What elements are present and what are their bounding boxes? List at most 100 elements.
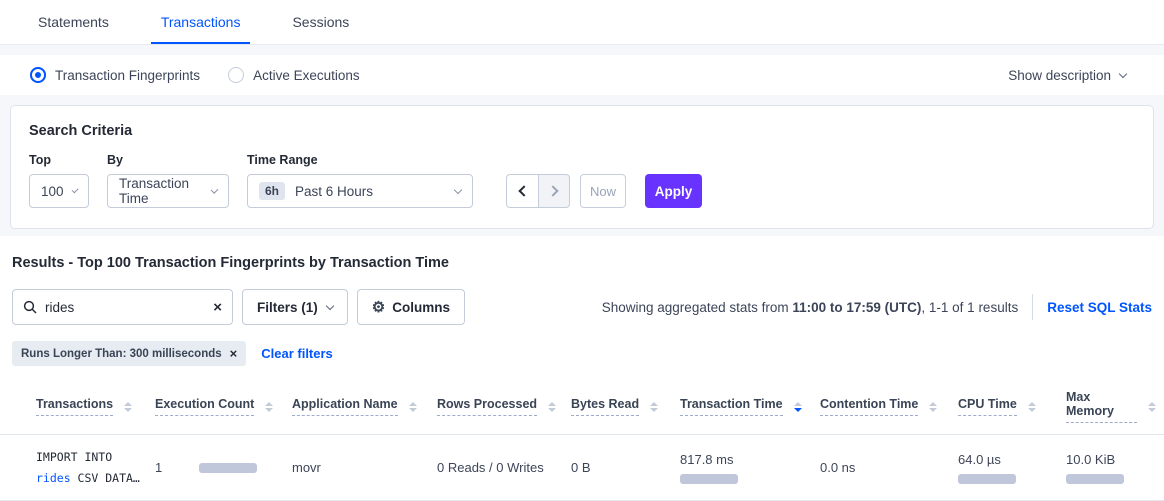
tab-sessions[interactable]: Sessions	[282, 1, 359, 44]
apply-button[interactable]: Apply	[645, 174, 702, 208]
sort-icon[interactable]	[409, 402, 417, 412]
filters-button-label: Filters (1)	[257, 300, 318, 315]
column-header-max-memory[interactable]: Max Memory	[1066, 390, 1156, 423]
sort-icon[interactable]	[1148, 402, 1156, 412]
search-criteria-title: Search Criteria	[29, 123, 1135, 139]
transaction-statement-line2: CSV DATA…	[71, 471, 140, 485]
sort-icon[interactable]	[794, 402, 802, 412]
table-header-row: Transactions Execution Count Application…	[0, 379, 1164, 435]
sort-icon[interactable]	[929, 402, 937, 412]
cell-bytes-read: 0 B	[571, 435, 680, 501]
cpu-time-value: 64.0 µs	[958, 452, 1058, 467]
time-pager	[506, 174, 570, 208]
search-box: ×	[12, 289, 233, 325]
time-range-select[interactable]: 6h Past 6 Hours	[247, 174, 473, 208]
view-toggle-row: Transaction Fingerprints Active Executio…	[0, 55, 1164, 95]
sort-icon[interactable]	[124, 402, 132, 412]
transaction-fingerprint-link[interactable]: rides	[36, 471, 71, 485]
cell-cpu-time: 64.0 µs	[958, 435, 1066, 501]
transaction-time-bar	[680, 474, 738, 484]
cell-rows-processed: 0 Reads / 0 Writes	[437, 435, 571, 501]
chevron-down-icon	[211, 186, 219, 194]
vertical-divider	[1032, 294, 1033, 320]
filters-button[interactable]: Filters (1)	[242, 289, 348, 325]
clear-filters-link[interactable]: Clear filters	[261, 346, 333, 361]
radio-active-executions-label: Active Executions	[253, 68, 360, 83]
column-header-cpu-time[interactable]: CPU Time	[958, 397, 1036, 416]
stats-range: 11:00 to 17:59 (UTC)	[792, 300, 921, 315]
columns-button-label: Columns	[392, 300, 450, 315]
max-memory-value: 10.0 KiB	[1066, 452, 1156, 467]
top-select-value: 100	[41, 184, 64, 199]
top-select[interactable]: 100	[29, 174, 89, 208]
active-filters-row: Runs Longer Than: 300 milliseconds × Cle…	[0, 341, 1164, 366]
stats-prefix: Showing aggregated stats from	[602, 300, 793, 315]
cell-contention-time: 0.0 ns	[820, 435, 958, 501]
chevron-down-icon	[454, 185, 462, 193]
top-field: Top 100	[29, 153, 89, 208]
sort-icon[interactable]	[650, 402, 658, 412]
execution-count-value: 1	[155, 460, 162, 475]
cpu-time-bar	[958, 474, 1016, 484]
search-icon	[23, 300, 37, 314]
by-select-value: Transaction Time	[119, 176, 203, 206]
time-range-label: Time Range	[247, 153, 473, 167]
cell-max-memory: 10.0 KiB	[1066, 435, 1164, 501]
column-header-execution-count[interactable]: Execution Count	[155, 397, 273, 416]
search-input[interactable]	[45, 300, 213, 315]
stats-text: Showing aggregated stats from 11:00 to 1…	[602, 294, 1152, 320]
chevron-left-icon	[518, 185, 529, 196]
transaction-statement-line1: IMPORT INTO	[36, 447, 147, 468]
sort-icon[interactable]	[1028, 402, 1036, 412]
results-section: Results - Top 100 Transaction Fingerprin…	[0, 236, 1164, 501]
transaction-time-value: 817.8 ms	[680, 452, 812, 467]
radio-active-executions[interactable]	[228, 67, 244, 83]
gear-icon: ⚙	[372, 298, 385, 316]
columns-button[interactable]: ⚙ Columns	[357, 289, 465, 325]
clear-search-icon[interactable]: ×	[213, 300, 222, 315]
by-label: By	[107, 153, 229, 167]
results-toolbar: × Filters (1) ⚙ Columns Showing aggregat…	[0, 289, 1164, 325]
sort-icon[interactable]	[548, 402, 556, 412]
column-header-rows-processed[interactable]: Rows Processed	[437, 397, 556, 416]
max-memory-bar	[1066, 474, 1124, 484]
show-description-toggle[interactable]: Show description	[1008, 68, 1140, 83]
table-row: IMPORT INTO rides CSV DATA… 1 movr 0 Rea…	[0, 435, 1164, 501]
cell-transaction-time: 817.8 ms	[680, 435, 820, 501]
by-select[interactable]: Transaction Time	[107, 174, 229, 208]
top-label: Top	[29, 153, 89, 167]
cell-execution-count: 1	[155, 435, 292, 501]
column-header-transactions[interactable]: Transactions	[36, 397, 132, 416]
prev-time-button[interactable]	[506, 174, 538, 208]
show-description-label: Show description	[1008, 68, 1111, 83]
column-header-contention-time[interactable]: Contention Time	[820, 397, 937, 416]
filter-tag-label: Runs Longer Than: 300 milliseconds	[21, 348, 222, 360]
column-header-bytes-read[interactable]: Bytes Read	[571, 397, 658, 416]
execution-count-bar	[199, 463, 257, 473]
chevron-down-icon	[1119, 69, 1127, 77]
results-table: Transactions Execution Count Application…	[0, 379, 1164, 501]
cell-application-name: movr	[292, 435, 437, 501]
stats-suffix: , 1-1 of 1 results	[921, 300, 1018, 315]
next-time-button[interactable]	[538, 174, 570, 208]
results-heading: Results - Top 100 Transaction Fingerprin…	[0, 255, 1164, 271]
tab-statements[interactable]: Statements	[28, 1, 119, 44]
by-field: By Transaction Time	[107, 153, 229, 208]
time-range-field: Time Range 6h Past 6 Hours	[247, 153, 473, 208]
chevron-right-icon	[547, 185, 558, 196]
reset-sql-stats-link[interactable]: Reset SQL Stats	[1047, 300, 1152, 315]
now-button[interactable]: Now	[580, 174, 626, 208]
column-header-application-name[interactable]: Application Name	[292, 397, 417, 416]
search-criteria-card: Search Criteria Top 100 By Transaction T…	[10, 105, 1154, 229]
page-tabbar: Statements Transactions Sessions	[0, 0, 1164, 45]
radio-transaction-fingerprints-label: Transaction Fingerprints	[55, 68, 200, 83]
cell-transaction-fingerprint: IMPORT INTO rides CSV DATA…	[0, 435, 155, 501]
time-range-badge: 6h	[259, 182, 285, 200]
time-range-value: Past 6 Hours	[295, 184, 373, 199]
sort-icon[interactable]	[265, 402, 273, 412]
remove-filter-icon[interactable]: ×	[230, 347, 238, 360]
radio-transaction-fingerprints[interactable]	[30, 67, 46, 83]
column-header-transaction-time[interactable]: Transaction Time	[680, 397, 802, 416]
tab-transactions[interactable]: Transactions	[151, 1, 251, 44]
chevron-down-icon	[71, 186, 78, 193]
